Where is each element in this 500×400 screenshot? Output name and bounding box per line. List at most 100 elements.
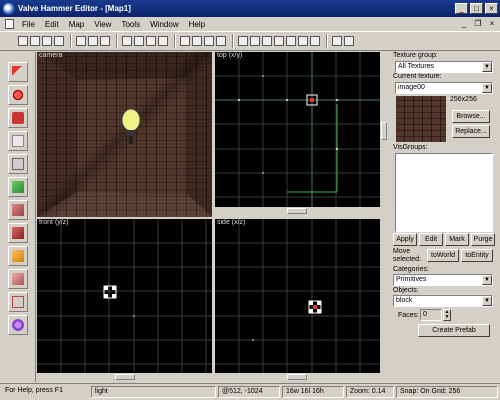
minimize-button[interactable]: _ [455, 3, 468, 14]
top-horizontal-scrollbar[interactable] [215, 207, 380, 215]
faces-spinner[interactable]: ▲ ▼ [443, 309, 451, 321]
mark-button[interactable]: Mark [445, 233, 469, 246]
map-properties-icon[interactable] [216, 36, 226, 46]
edit-button[interactable]: Edit [419, 233, 443, 246]
larger-grid-icon[interactable] [42, 36, 52, 46]
texture-browser-icon[interactable] [286, 36, 296, 46]
to-entity-button[interactable]: toEntity [461, 249, 493, 262]
selection-tool-button[interactable] [8, 62, 28, 82]
carve-icon[interactable] [122, 36, 132, 46]
browse-button[interactable]: Browse... [452, 110, 490, 123]
texture-tool-button[interactable] [8, 177, 28, 197]
ungroup-icon[interactable] [88, 36, 98, 46]
clipping-icon[interactable] [274, 36, 284, 46]
grid-toggle-icon[interactable] [18, 36, 28, 46]
texture-lock-icon[interactable] [146, 36, 156, 46]
clip-icon [12, 250, 24, 262]
side-horizontal-scrollbar[interactable] [215, 373, 380, 381]
chevron-down-icon[interactable]: ▼ [482, 296, 492, 306]
create-prefab-button[interactable]: Create Prefab [418, 324, 490, 337]
side-viewport[interactable]: side (x/z) [215, 219, 380, 373]
texture-group-label: Texture group: [393, 52, 438, 59]
scroll-thumb[interactable] [115, 374, 135, 380]
status-selection: light [91, 386, 216, 398]
handles-toggle-icon[interactable] [238, 36, 248, 46]
ignore-groups-icon[interactable] [262, 36, 272, 46]
chevron-down-icon[interactable]: ▼ [482, 83, 492, 93]
magnify-tool-button[interactable] [8, 85, 28, 105]
apply-texture-button[interactable] [8, 200, 28, 220]
arrow-pointer-icon [12, 66, 24, 78]
decal-tool-button[interactable] [8, 223, 28, 243]
categories-select[interactable]: Primitives ▼ [393, 274, 493, 286]
scroll-thumb[interactable] [287, 374, 307, 380]
run-map-icon[interactable] [180, 36, 190, 46]
close-button[interactable]: × [485, 3, 498, 14]
camera-viewport[interactable]: camera [37, 52, 212, 217]
chevron-down-icon[interactable]: ▼ [482, 275, 492, 285]
visgroups-list[interactable] [395, 153, 493, 232]
lighting-preview-icon[interactable] [298, 36, 308, 46]
menu-tools[interactable]: Tools [116, 20, 145, 29]
front-grid [37, 219, 212, 373]
move-selected-label: Move selected: [393, 248, 422, 263]
wireframe-icon [12, 296, 24, 308]
front-viewport[interactable]: front (y/z) [37, 219, 212, 373]
check-problems-icon[interactable] [204, 36, 214, 46]
scroll-thumb[interactable] [287, 208, 307, 214]
menu-view[interactable]: View [89, 20, 116, 29]
menu-window[interactable]: Window [145, 20, 183, 29]
overlay-tool-button[interactable] [8, 315, 28, 335]
vertex-tool-button[interactable] [8, 269, 28, 289]
categories-label: Categories: [393, 266, 429, 273]
top-vertical-scrollbar[interactable] [380, 52, 388, 207]
3d-grid-icon[interactable] [54, 36, 64, 46]
group-icon[interactable] [76, 36, 86, 46]
game-config-icon[interactable] [344, 36, 354, 46]
front-horizontal-scrollbar[interactable] [37, 373, 212, 381]
chevron-down-icon[interactable]: ▼ [482, 62, 492, 72]
objects-select[interactable]: block ▼ [393, 295, 493, 307]
mdi-minimize-button[interactable]: _ [458, 19, 470, 29]
flat-shade-icon[interactable] [310, 36, 320, 46]
light-bulb-icon[interactable] [121, 108, 141, 144]
status-size: 16w 16l 16h [282, 386, 344, 398]
camera-tool-button[interactable] [8, 108, 28, 128]
block-tool-button[interactable] [8, 154, 28, 174]
hammer-app-icon [3, 2, 15, 15]
status-help: For Help, press F1 [5, 387, 63, 394]
to-world-button[interactable]: toWorld [427, 249, 459, 262]
toolbar-separator [232, 34, 234, 48]
hollow-icon[interactable] [134, 36, 144, 46]
viewport-label: front (y/z) [39, 219, 69, 226]
title-bar: Valve Hammer Editor - [Map1] _ □ × [0, 0, 500, 17]
menu-map[interactable]: Map [64, 20, 90, 29]
faces-input[interactable]: 0 [420, 309, 442, 321]
entity-tool-button[interactable] [8, 131, 28, 151]
clip-tool-button[interactable] [8, 246, 28, 266]
texture-group-select[interactable]: All Textures ▼ [395, 61, 493, 73]
decal-icon [12, 227, 24, 239]
texture-application-icon[interactable] [158, 36, 168, 46]
replace-button[interactable]: Replace... [452, 125, 490, 138]
selection-mode-icon[interactable] [250, 36, 260, 46]
current-texture-select[interactable]: image00 ▼ [395, 82, 493, 94]
entity-report-icon[interactable] [192, 36, 202, 46]
texture-preview[interactable] [396, 96, 446, 142]
menu-file[interactable]: File [17, 20, 40, 29]
apply-button[interactable]: Apply [393, 233, 417, 246]
top-viewport[interactable]: top (x/y) [215, 52, 380, 207]
compile-icon[interactable] [332, 36, 342, 46]
entity-icon [12, 135, 24, 147]
document-icon[interactable] [5, 19, 14, 29]
mdi-close-button[interactable]: × [486, 19, 498, 29]
scroll-thumb[interactable] [381, 122, 387, 140]
menu-help[interactable]: Help [184, 20, 210, 29]
purge-button[interactable]: Purge [471, 233, 495, 246]
mdi-restore-button[interactable]: ❐ [472, 19, 484, 29]
path-tool-button[interactable] [8, 292, 28, 312]
menu-edit[interactable]: Edit [40, 20, 64, 29]
maximize-button[interactable]: □ [470, 3, 483, 14]
smaller-grid-icon[interactable] [30, 36, 40, 46]
hide-selected-icon[interactable] [100, 36, 110, 46]
